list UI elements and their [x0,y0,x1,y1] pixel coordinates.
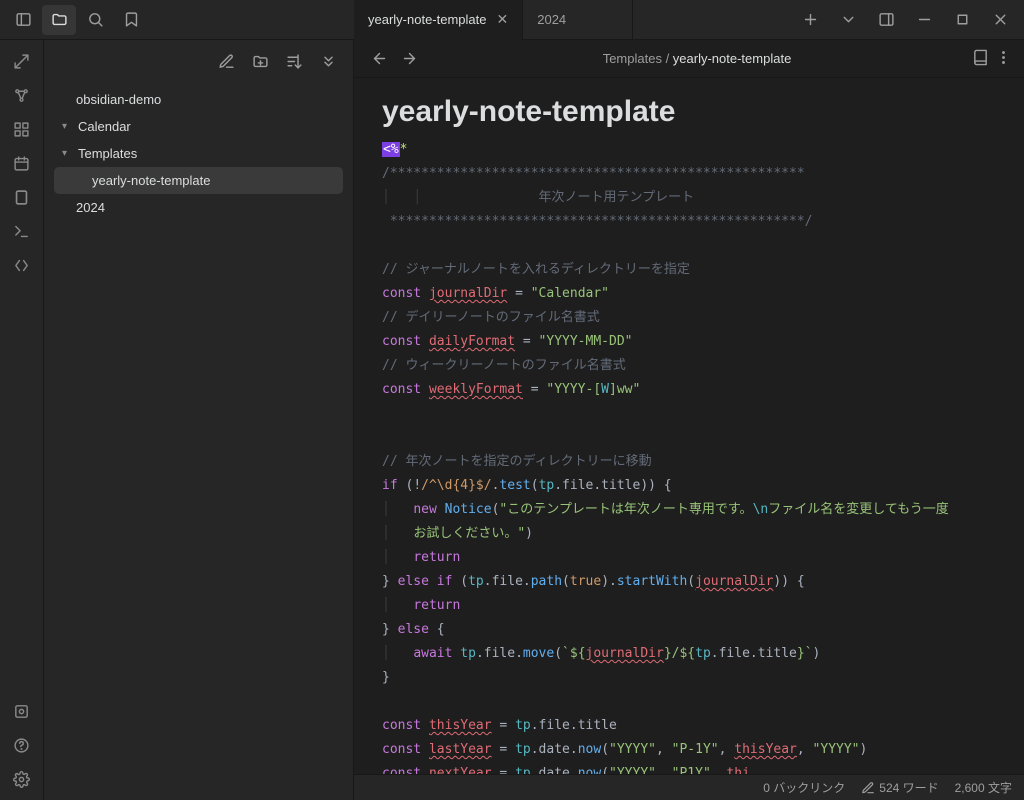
vault-icon[interactable] [6,696,38,726]
more-options-icon[interactable] [995,49,1012,69]
settings-icon[interactable] [6,764,38,794]
code-line: // 年次ノートを指定のディレクトリーに移動 [382,450,996,474]
command-palette-icon[interactable] [6,216,38,246]
status-bar: 0 バックリンク 524 ワード 2,600 文字 [354,774,1024,800]
editor[interactable]: yearly-note-template <%* /**************… [354,78,1024,800]
code-line: ****************************************… [382,210,996,234]
code-line: │ await tp.file.move(`${journalDir}/${tp… [382,642,996,666]
tab-bar: yearly-note-template ✕ 2024 [354,0,786,40]
tab-dropdown-icon[interactable] [830,5,866,35]
templater-icon[interactable] [6,250,38,280]
code-line: <%* [382,138,996,162]
code-line: │ return [382,546,996,570]
code-line: if (!/^\d{4}$/.test(tp.file.title)) { [382,474,996,498]
code-line: const lastYear = tp.date.now("YYYY", "P-… [382,738,996,762]
sort-icon[interactable] [281,48,307,74]
code-line: // ウィークリーノートのファイル名書式 [382,354,996,378]
nav-back-icon[interactable] [366,46,392,72]
file-explorer-icon[interactable] [42,5,76,35]
code-line [382,426,996,450]
chevron-down-icon: ▾ [62,121,78,132]
ribbon [0,40,44,800]
code-line [382,690,996,714]
code-line: // デイリーノートのファイル名書式 [382,306,996,330]
code-line: const weeklyFormat = "YYYY-[W]ww" [382,378,996,402]
folder-calendar[interactable]: ▾ Calendar [54,113,343,140]
templates-icon[interactable] [6,182,38,212]
code-line: /***************************************… [382,162,996,186]
code-line [382,402,996,426]
tab-label: yearly-note-template [368,12,487,27]
tab-yearly-note-template[interactable]: yearly-note-template ✕ [354,0,523,40]
chevron-down-icon: ▾ [62,148,78,159]
code-line: // ジャーナルノートを入れるディレクトリーを指定 [382,258,996,282]
main-pane: Templates / yearly-note-template yearly-… [354,40,1024,800]
code-line: │ お試しください。") [382,522,996,546]
file-yearly-note-template[interactable]: yearly-note-template [54,167,343,194]
bookmark-icon[interactable] [114,5,148,35]
code-line: │ │ 年次ノート用テンプレート [382,186,996,210]
sidebar-right-toggle-icon[interactable] [868,5,904,35]
code-line: } else if (tp.file.path(true).startWith(… [382,570,996,594]
file-tree: obsidian-demo ▾ Calendar ▾ Templates yea… [44,82,353,225]
code-line: } [382,666,996,690]
quick-switcher-icon[interactable] [6,46,38,76]
new-note-icon[interactable] [213,48,239,74]
vault-title[interactable]: obsidian-demo [54,86,343,113]
window-close-icon[interactable] [982,5,1018,35]
tab-label: 2024 [537,12,566,27]
code-line: │ new Notice("このテンプレートは年次ノート専用です。\nファイル名… [382,498,996,522]
search-icon[interactable] [78,5,112,35]
code-line: } else { [382,618,996,642]
close-icon[interactable]: ✕ [497,11,509,28]
help-icon[interactable] [6,730,38,760]
code-line: const dailyFormat = "YYYY-MM-DD" [382,330,996,354]
code-line: │ return [382,594,996,618]
file-sidebar: obsidian-demo ▾ Calendar ▾ Templates yea… [44,40,354,800]
daily-note-icon[interactable] [6,148,38,178]
canvas-icon[interactable] [6,114,38,144]
sidebar-left-toggle-icon[interactable] [6,5,40,35]
code-line [382,234,996,258]
reading-mode-icon[interactable] [972,49,989,69]
tab-2024[interactable]: 2024 [523,0,633,40]
code-line: const journalDir = "Calendar" [382,282,996,306]
graph-view-icon[interactable] [6,80,38,110]
new-tab-icon[interactable] [792,5,828,35]
code-line: const thisYear = tp.file.title [382,714,996,738]
status-backlinks[interactable]: 0 バックリンク [763,779,845,796]
nav-forward-icon[interactable] [396,46,422,72]
breadcrumb[interactable]: Templates / yearly-note-template [430,51,964,66]
new-folder-icon[interactable] [247,48,273,74]
view-header: Templates / yearly-note-template [354,40,1024,78]
folder-templates[interactable]: ▾ Templates [54,140,343,167]
window-minimize-icon[interactable] [906,5,942,35]
status-chars[interactable]: 2,600 文字 [955,779,1012,796]
note-title[interactable]: yearly-note-template [382,100,996,124]
window-maximize-icon[interactable] [944,5,980,35]
file-2024[interactable]: 2024 [54,194,343,221]
collapse-icon[interactable] [315,48,341,74]
titlebar: yearly-note-template ✕ 2024 [0,0,1024,40]
status-words[interactable]: 524 ワード [861,779,938,796]
